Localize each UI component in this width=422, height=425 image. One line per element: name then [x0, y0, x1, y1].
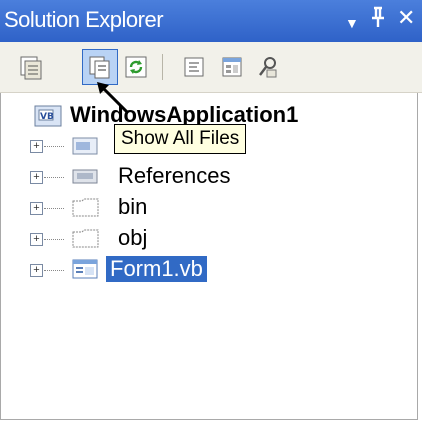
expand-icon[interactable]: +	[30, 202, 43, 215]
my-project-icon	[72, 135, 98, 162]
expand-icon[interactable]: +	[30, 171, 43, 184]
view-code-icon	[184, 57, 204, 77]
class-view-icon	[259, 57, 277, 78]
svg-text:VB: VB	[40, 112, 54, 122]
tree-connector	[44, 239, 64, 241]
tree-item-label[interactable]: bin	[118, 194, 147, 220]
properties-button[interactable]	[14, 49, 50, 85]
tree-connector	[44, 146, 64, 148]
title-bar: Solution Explorer ▼ ✕	[0, 0, 422, 42]
tree-item-label[interactable]: References	[118, 163, 231, 189]
expand-icon[interactable]: +	[30, 233, 43, 246]
tree-connector	[44, 208, 64, 210]
class-view-button[interactable]	[250, 49, 286, 85]
tree-item-label[interactable]: obj	[118, 225, 147, 251]
tooltip: Show All Files	[114, 124, 247, 154]
view-designer-button[interactable]	[214, 49, 250, 85]
dropdown-icon[interactable]: ▼	[345, 11, 359, 35]
folder-icon	[72, 196, 100, 223]
vb-project-icon: VB	[34, 103, 64, 134]
mouse-cursor-icon	[95, 80, 135, 125]
references-icon	[72, 165, 98, 192]
properties-icon	[20, 56, 42, 80]
toolbar-separator	[162, 54, 163, 80]
view-code-button[interactable]	[176, 49, 212, 85]
tree-connector	[44, 177, 64, 179]
tree-item-label[interactable]: Form1.vb	[106, 256, 207, 282]
pin-icon[interactable]	[370, 6, 386, 33]
close-icon[interactable]: ✕	[397, 6, 415, 30]
refresh-icon	[125, 56, 147, 78]
view-designer-icon	[222, 57, 242, 77]
expand-icon[interactable]: +	[30, 140, 43, 153]
folder-icon	[72, 227, 100, 254]
show-all-files-icon	[89, 56, 110, 79]
expand-icon[interactable]: +	[30, 264, 43, 277]
toolbar	[0, 42, 422, 93]
panel-title: Solution Explorer	[4, 7, 164, 32]
tree-connector	[44, 270, 64, 272]
form-icon	[72, 258, 98, 285]
